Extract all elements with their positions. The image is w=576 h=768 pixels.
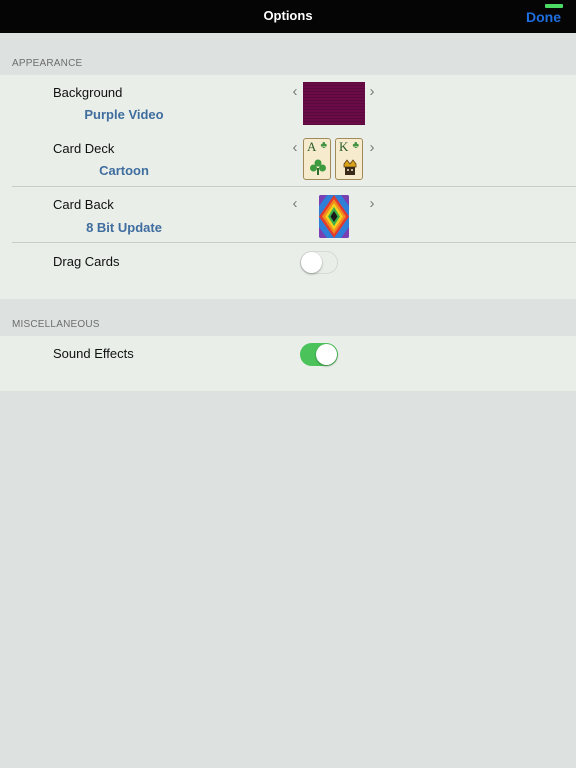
card-rank: A [307,139,317,154]
card-back-prev-chevron-left-icon[interactable]: ‹ [289,196,301,211]
background-prev-chevron-left-icon[interactable]: ‹ [289,84,301,99]
diamond-pattern-icon [319,195,349,238]
card-deck-preview-king: K ♣ [335,138,363,180]
card-deck-preview-ace: A ♣ [303,138,331,180]
sound-effects-toggle[interactable] [300,343,338,366]
card-deck-label: Card Deck [53,141,115,156]
toggle-knob [301,252,322,273]
drag-cards-label: Drag Cards [53,254,120,269]
card-deck-next-chevron-right-icon[interactable]: › [366,140,378,155]
miscellaneous-group [0,336,576,391]
navigation-bar: Options Done [0,0,576,33]
background-next-chevron-right-icon[interactable]: › [366,84,378,99]
background-label: Background [53,85,123,100]
card-back-label: Card Back [53,197,114,212]
card-back-preview [319,195,349,238]
row-separator [12,242,576,243]
card-back-value: 8 Bit Update [86,220,162,235]
background-preview [303,82,365,125]
king-art-icon [343,159,357,175]
page-title: Options [263,8,313,23]
card-rank: K [339,139,349,154]
section-header-appearance: APPEARANCE [12,58,83,69]
card-deck-value: Cartoon [99,163,149,178]
row-separator [12,186,576,187]
card-deck-prev-chevron-left-icon[interactable]: ‹ [289,140,301,155]
card-back-next-chevron-right-icon[interactable]: › [366,196,378,211]
section-header-miscellaneous: MISCELLANEOUS [12,319,100,330]
club-icon: ♣ [320,140,327,151]
done-button[interactable]: Done [526,9,561,25]
club-icon: ♣ [352,140,359,151]
background-value: Purple Video [84,107,164,122]
drag-cards-toggle[interactable] [300,251,338,274]
sound-effects-label: Sound Effects [53,346,134,361]
toggle-knob [316,344,337,365]
club-art-icon [310,159,326,175]
